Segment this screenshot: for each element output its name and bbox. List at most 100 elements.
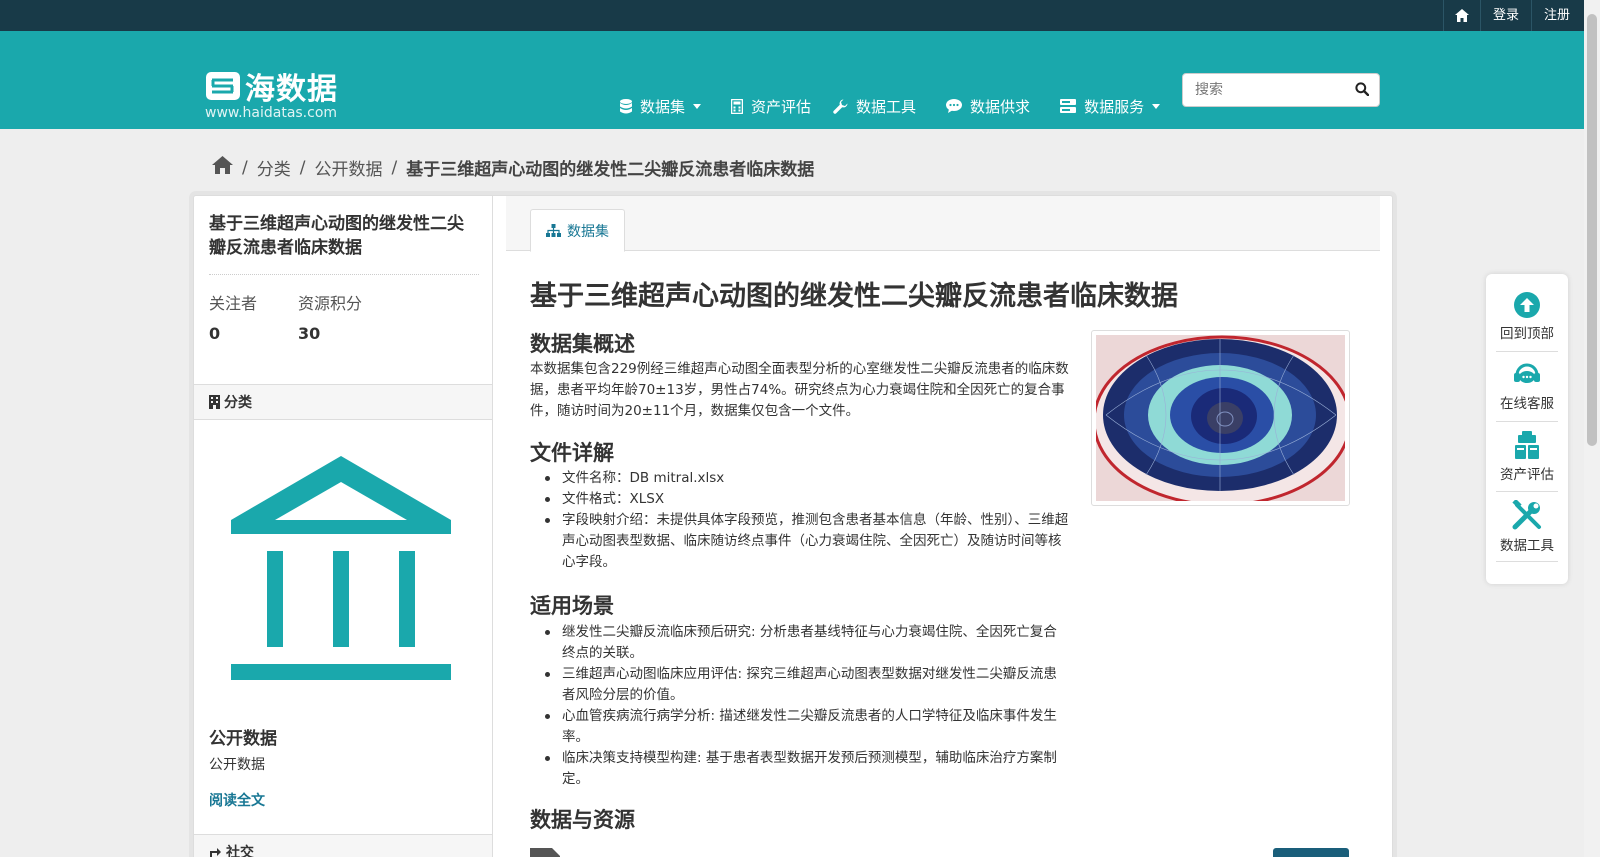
back-to-top-button[interactable]: 回到顶部	[1496, 282, 1558, 352]
search-icon	[1355, 82, 1370, 97]
search-input[interactable]	[1183, 74, 1333, 106]
chevron-down-icon	[693, 103, 702, 109]
overview-heading: 数据集概述	[530, 332, 635, 356]
search-box	[1182, 73, 1380, 107]
floating-toolbar: 回到顶部 在线客服 资产评估 数据工具	[1486, 274, 1568, 584]
share-icon	[210, 848, 221, 857]
masthead: 海数据 www.haidatas.com 数据集 资产评估 数据工具 数据供求 …	[0, 31, 1584, 129]
logo-mark-icon	[206, 72, 240, 100]
online-support-button[interactable]: 在线客服	[1496, 352, 1558, 422]
breadcrumb-home[interactable]	[212, 156, 233, 179]
echocardiogram-image	[1096, 335, 1345, 501]
nav-asset-valuation[interactable]: 资产评估	[731, 96, 811, 117]
breadcrumb-item-category[interactable]: 分类	[257, 155, 291, 180]
search-button[interactable]	[1355, 82, 1370, 100]
list-item: 临床决策支持模型构建: 基于患者表型数据开发预后预测模型，辅助临床治疗方案制定。	[530, 748, 1070, 790]
clipboard-icon	[1515, 430, 1539, 459]
account-bar: 登录 注册	[0, 0, 1584, 31]
logo-text: 海数据	[245, 72, 338, 107]
org-name: 公开数据	[209, 729, 277, 749]
data-tools-label: 数据工具	[1500, 537, 1554, 554]
asset-valuation-button[interactable]: 资产评估	[1496, 422, 1558, 492]
divider	[209, 274, 479, 275]
back-to-top-label: 回到顶部	[1500, 325, 1554, 342]
home-icon	[1454, 9, 1469, 22]
list-item: 文件名称：DB mitral.xlsx	[530, 468, 1070, 489]
nav-data-tools[interactable]: 数据工具	[833, 96, 916, 117]
sidebar: 基于三维超声心动图的继发性二尖瓣反流患者临床数据 关注者 0 资源积分 30 分…	[194, 196, 493, 857]
points-label: 资源积分	[298, 294, 363, 313]
nav-data-services[interactable]: 数据服务	[1060, 96, 1161, 117]
tab-dataset[interactable]: 数据集	[530, 209, 625, 252]
chat-icon	[946, 99, 963, 113]
followers-stat: 关注者 0	[209, 290, 257, 343]
register-link[interactable]: 注册	[1530, 0, 1582, 31]
followers-label: 关注者	[209, 294, 258, 313]
institution-icon[interactable]	[229, 454, 453, 680]
home-icon	[212, 156, 233, 174]
usage-list: 继发性二尖瓣反流临床预后研究: 分析患者基线特征与心力衰竭住院、全因死亡复合终点…	[530, 622, 1070, 790]
followers-value: 0	[209, 324, 221, 343]
files-list: 文件名称：DB mitral.xlsx 文件格式：XLSX 字段映射介绍：未提供…	[530, 468, 1070, 573]
social-section-head: 社交	[194, 834, 492, 857]
nav-data-supply-demand-label: 数据供求	[970, 97, 1031, 116]
page-scrollbar-thumb[interactable]	[1587, 14, 1597, 446]
tab-bar: 数据集	[506, 196, 1380, 252]
resource-item[interactable]	[530, 848, 560, 857]
arrow-up-circle-icon	[1514, 291, 1540, 318]
category-heading: 分类	[224, 395, 252, 411]
list-item: 心血管疾病流行病学分析: 描述继发性二尖瓣反流患者的人口学特征及临床事件发生率。	[530, 706, 1070, 748]
org-description: 公开数据	[209, 757, 265, 773]
nav-data-services-label: 数据服务	[1084, 97, 1145, 116]
list-item: 三维超声心动图临床应用评估: 探究三维超声心动图表型数据对继发性二尖瓣反流患者风…	[530, 664, 1070, 706]
login-link[interactable]: 登录	[1479, 0, 1531, 31]
online-support-label: 在线客服	[1500, 395, 1554, 412]
resources-heading: 数据与资源	[530, 808, 635, 832]
list-item: 文件格式：XLSX	[530, 489, 1070, 510]
data-tools-button[interactable]: 数据工具	[1496, 492, 1558, 562]
nav-data-tools-label: 数据工具	[856, 97, 917, 116]
nav-data-supply-demand[interactable]: 数据供求	[946, 96, 1030, 117]
nav-datasets[interactable]: 数据集	[620, 96, 702, 117]
points-value: 30	[298, 324, 321, 343]
category-section-head: 分类	[194, 384, 492, 420]
breadcrumb: / 分类 / 公开数据 / 基于三维超声心动图的继发性二尖瓣反流患者临床数据	[212, 155, 814, 180]
overview-text: 本数据集包含229例经三维超声心动图全面表型分析的心室继发性二尖瓣反流患者的临床…	[530, 361, 1069, 419]
files-heading: 文件详解	[530, 441, 614, 465]
breadcrumb-separator: /	[391, 157, 398, 178]
database-icon	[620, 98, 632, 113]
asset-valuation-label: 资产评估	[1500, 466, 1554, 483]
dataset-thumbnail[interactable]	[1091, 330, 1350, 506]
breadcrumb-item-org[interactable]: 公开数据	[314, 155, 382, 180]
site-logo[interactable]: 海数据	[205, 64, 338, 108]
usage-heading: 适用场景	[530, 594, 614, 618]
site-url: www.haidatas.com	[205, 105, 338, 121]
headset-icon	[1514, 363, 1540, 383]
nav-asset-valuation-label: 资产评估	[751, 97, 812, 116]
points-stat: 资源积分 30	[298, 290, 362, 343]
breadcrumb-item-current[interactable]: 基于三维超声心动图的继发性二尖瓣反流患者临床数据	[406, 155, 814, 180]
account-links: 登录 注册	[1442, 0, 1582, 31]
content-wrapper: 基于三维超声心动图的继发性二尖瓣反流患者临床数据 关注者 0 资源积分 30 分…	[193, 195, 1393, 857]
breadcrumb-separator: /	[242, 157, 248, 178]
main-nav: 数据集 资产评估 数据工具 数据供求 数据服务	[620, 89, 1190, 123]
sidebar-dataset-title: 基于三维超声心动图的继发性二尖瓣反流患者临床数据	[209, 214, 464, 258]
tools-icon	[1512, 499, 1541, 529]
tab-dataset-label: 数据集	[567, 223, 609, 240]
file-icon	[530, 848, 560, 857]
calculator-icon	[731, 98, 744, 114]
read-more-link[interactable]: 阅读全文	[209, 790, 265, 810]
resource-explore-button[interactable]	[1273, 848, 1349, 857]
wrench-icon	[833, 99, 848, 114]
main-content: 数据集 基于三维超声心动图的继发性二尖瓣反流患者临床数据 数据集概述 本数据集包…	[493, 196, 1392, 857]
chevron-down-icon	[1152, 103, 1161, 109]
social-heading: 社交	[226, 845, 254, 857]
building-icon	[209, 395, 220, 409]
sitemap-icon	[546, 224, 561, 237]
top-home-link[interactable]	[1442, 0, 1480, 31]
dataset-title: 基于三维超声心动图的继发性二尖瓣反流患者临床数据	[530, 281, 1178, 312]
nav-datasets-label: 数据集	[640, 97, 686, 116]
list-item: 继发性二尖瓣反流临床预后研究: 分析患者基线特征与心力衰竭住院、全因死亡复合终点…	[530, 622, 1070, 664]
server-icon	[1060, 99, 1077, 113]
breadcrumb-separator: /	[299, 157, 306, 178]
